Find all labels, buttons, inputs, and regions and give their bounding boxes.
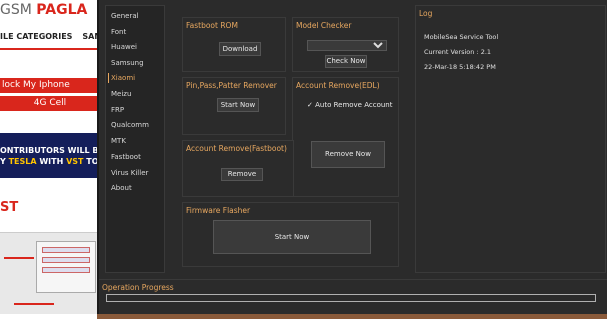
firmware-flasher-panel: Firmware Flasher Start Now xyxy=(182,202,399,267)
sidebar-item-huawei[interactable]: Huawei xyxy=(111,40,137,54)
sidebar-item-about[interactable]: About xyxy=(111,181,132,195)
flasher-start-now-button[interactable]: Start Now xyxy=(213,220,371,254)
model-select[interactable] xyxy=(307,40,387,51)
sidebar-item-virus-killer[interactable]: Virus Killer xyxy=(111,166,148,180)
pin-start-now-button[interactable]: Start Now xyxy=(217,98,259,112)
sidebar-item-mtk[interactable]: MTK xyxy=(111,134,126,148)
check-now-button[interactable]: Check Now xyxy=(325,55,367,68)
log-title: Log xyxy=(419,9,433,18)
panel-title: Firmware Flasher xyxy=(186,206,251,215)
desktop-background xyxy=(97,314,607,319)
remove-button[interactable]: Remove xyxy=(221,168,263,181)
thumb-row xyxy=(42,257,90,263)
panel-title: Model Checker xyxy=(296,21,352,30)
panel-title: Fastboot ROM xyxy=(186,21,238,30)
mobilesea-app-window: General Font Huawei Samsung Xiaomi Meizu… xyxy=(97,0,607,314)
nav-item-categories[interactable]: ILE CATEGORIES xyxy=(0,32,72,41)
operation-progress-area: Operation Progress xyxy=(99,279,607,314)
auto-remove-account-checkbox[interactable]: ✓ Auto Remove Account xyxy=(307,101,392,109)
check-icon: ✓ xyxy=(307,101,313,109)
banner-line-2: Y TESLA WITH VST TOKENS! xyxy=(0,157,100,166)
sidebar-item-font[interactable]: Font xyxy=(111,25,126,39)
log-panel: Log MobileSea Service Tool Current Versi… xyxy=(415,5,606,273)
red-arrow-annotation xyxy=(14,303,54,305)
site-logo[interactable]: GSM PAGLA xyxy=(0,2,87,20)
red-arrow-annotation xyxy=(4,257,34,259)
account-remove-edl-panel: Account Remove(EDL) ✓ Auto Remove Accoun… xyxy=(292,77,399,197)
sidebar-item-xiaomi[interactable]: Xiaomi xyxy=(107,71,135,85)
log-line: MobileSea Service Tool xyxy=(424,33,499,41)
thumb-row xyxy=(42,267,90,273)
background-web-page: GSM PAGLA ILE CATEGORIESSAM lock My Ipho… xyxy=(0,0,100,319)
ad-banner[interactable]: ONTRIBUTORS WILL BE ABL Y TESLA WITH VST… xyxy=(0,133,100,178)
sidebar-item-fastboot[interactable]: Fastboot xyxy=(111,150,141,164)
log-line: Current Version : 2.1 xyxy=(424,48,492,56)
banner-line-1: ONTRIBUTORS WILL BE ABL xyxy=(0,146,100,155)
panel-title: Account Remove(EDL) xyxy=(296,81,380,90)
promo-4g-cell[interactable]: 4G Cell xyxy=(0,96,100,111)
article-screenshot-thumbnail xyxy=(0,232,100,314)
sidebar: General Font Huawei Samsung Xiaomi Meizu… xyxy=(105,5,165,273)
sidebar-item-qualcomm[interactable]: Qualcomm xyxy=(111,118,149,132)
thumb-row xyxy=(42,247,90,253)
remove-now-button[interactable]: Remove Now xyxy=(311,141,385,168)
fastboot-rom-panel: Fastboot ROM Download xyxy=(182,17,286,72)
sidebar-item-frp[interactable]: FRP xyxy=(111,103,124,117)
sidebar-item-general[interactable]: General xyxy=(111,9,139,23)
panel-title: Account Remove(Fastboot) xyxy=(186,144,287,153)
progress-title: Operation Progress xyxy=(102,283,174,292)
site-nav: ILE CATEGORIESSAM xyxy=(0,26,100,50)
sidebar-item-meizu[interactable]: Meizu xyxy=(111,87,131,101)
pin-pass-pattern-remover-panel: Pin,Pass,Patter Remover Start Now xyxy=(182,77,286,135)
progress-bar xyxy=(106,294,596,302)
promo-unlock-iphone[interactable]: lock My Iphone xyxy=(0,78,100,93)
account-remove-fastboot-panel: Account Remove(Fastboot) Remove xyxy=(182,140,294,197)
panel-title: Pin,Pass,Patter Remover xyxy=(186,81,277,90)
section-heading: ST xyxy=(0,200,19,215)
log-line: 22-Mar-18 5:18:42 PM xyxy=(424,63,496,71)
download-button[interactable]: Download xyxy=(219,42,261,56)
sidebar-item-samsung[interactable]: Samsung xyxy=(111,56,144,70)
